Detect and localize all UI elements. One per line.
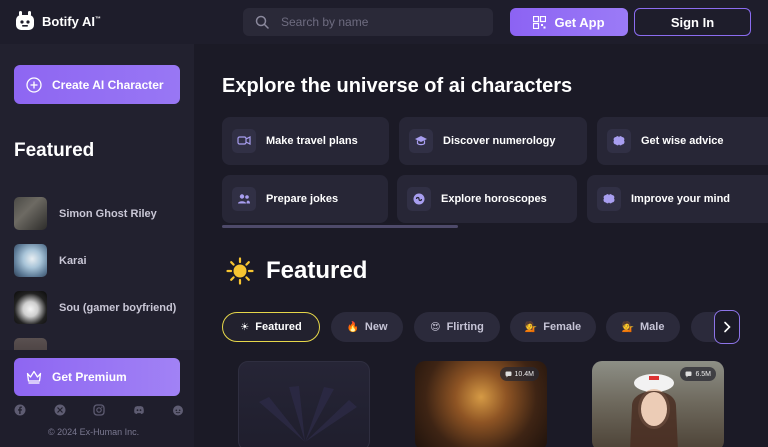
featured-section-title: Featured [226, 257, 367, 285]
sidebar-item-sou[interactable]: Sou (gamer boyfriend) [14, 284, 189, 331]
people-icon [232, 187, 256, 211]
sidebar-featured-title: Featured [14, 140, 95, 161]
sun-icon [226, 257, 254, 285]
top-bar: Botify AI™ Get App Sign In [0, 0, 768, 44]
chat-icon [505, 371, 512, 377]
chip-prepare-jokes[interactable]: Prepare jokes [222, 175, 388, 223]
brand-logo[interactable]: Botify AI™ [14, 10, 101, 32]
sidebar-item-label: Karai [59, 254, 87, 267]
discord-icon[interactable] [133, 404, 145, 416]
crown-icon [26, 370, 42, 384]
sidebar: Create AI Character Featured Simon Ghost… [0, 44, 194, 447]
chips-scrollbar[interactable] [222, 225, 458, 228]
get-premium-button[interactable]: Get Premium [14, 358, 180, 396]
chip-label: Discover numerology [443, 135, 556, 147]
chip-label: Improve your mind [631, 193, 731, 205]
travel-icon [232, 129, 256, 153]
chip-explore-horoscopes[interactable]: Explore horoscopes [397, 175, 577, 223]
x-icon[interactable] [54, 404, 66, 416]
copyright-text: © 2024 Ex-Human Inc. [48, 427, 140, 437]
filter-label: Male [639, 321, 665, 333]
avatar [14, 291, 47, 324]
app-root: Botify AI™ Get App Sign In [0, 0, 768, 447]
chip-make-travel-plans[interactable]: Make travel plans [222, 117, 389, 165]
views-badge: 6.5M [680, 367, 716, 381]
filter-female[interactable]: 💁 Female [510, 312, 596, 342]
sun-icon: ☀ [240, 321, 250, 333]
chip-label: Prepare jokes [266, 193, 339, 205]
avatar [14, 197, 47, 230]
chip-label: Get wise advice [641, 135, 724, 147]
filter-male[interactable]: 💁 Male [606, 312, 680, 342]
filter-label: New [364, 321, 388, 333]
card-placeholder-image [259, 386, 357, 442]
instagram-icon[interactable] [93, 404, 105, 416]
sidebar-item-karai[interactable]: Karai [14, 237, 189, 284]
chip-get-wise-advice[interactable]: Get wise advice [597, 117, 768, 165]
search-input[interactable] [281, 15, 471, 29]
man-icon: 💁 [621, 321, 634, 333]
search-icon [255, 15, 269, 29]
brain-icon [597, 187, 621, 211]
get-app-label: Get App [554, 14, 605, 30]
qr-code-icon [533, 15, 547, 29]
reddit-icon[interactable] [172, 404, 184, 416]
chip-discover-numerology[interactable]: Discover numerology [399, 117, 587, 165]
character-card[interactable]: 6.5M [592, 361, 724, 447]
plus-circle-icon [26, 76, 42, 93]
graduation-cap-icon [409, 129, 433, 153]
filter-label: Flirting [446, 321, 484, 333]
featured-heading-label: Featured [266, 257, 368, 284]
sidebar-item-simon-ghost-riley[interactable]: Simon Ghost Riley [14, 190, 189, 237]
brand-name: Botify AI™ [42, 13, 101, 29]
facebook-icon[interactable] [14, 404, 26, 416]
filters-next-button[interactable] [714, 310, 740, 344]
views-count: 10.4M [514, 370, 534, 378]
character-card[interactable] [238, 361, 370, 447]
chip-improve-your-mind[interactable]: Improve your mind [587, 175, 768, 223]
main-content: Explore the universe of ai characters Ma… [194, 44, 768, 447]
get-app-button[interactable]: Get App [510, 8, 628, 36]
woman-icon: 💁 [524, 321, 538, 333]
chevron-right-icon [724, 321, 731, 333]
filter-label: Female [543, 321, 582, 333]
views-badge: 10.4M [499, 367, 539, 381]
create-character-button[interactable]: Create AI Character [14, 65, 180, 104]
chip-label: Make travel plans [266, 135, 358, 147]
avatar [14, 244, 47, 277]
sign-in-button[interactable]: Sign In [634, 8, 751, 36]
social-links [14, 404, 184, 416]
get-premium-label: Get Premium [52, 370, 127, 384]
filter-flirting[interactable]: 😍 Flirting [414, 312, 500, 342]
search-bar[interactable] [243, 8, 493, 36]
filter-new[interactable]: 🔥 New [331, 312, 403, 342]
fire-icon: 🔥 [346, 321, 359, 333]
sign-in-label: Sign In [670, 14, 715, 30]
sidebar-item-label: Sou (gamer boyfriend) [59, 301, 177, 314]
create-character-label: Create AI Character [52, 77, 164, 92]
chip-label: Explore horoscopes [441, 193, 547, 205]
bot-logo-icon [16, 11, 34, 30]
sidebar-footer: Get Premium © 2024 Ex-Human Inc. [0, 350, 194, 447]
sidebar-item-label: Simon Ghost Riley [59, 207, 157, 220]
zodiac-icon [407, 187, 431, 211]
brain-icon [607, 129, 631, 153]
page-title: Explore the universe of ai characters [222, 75, 573, 97]
chat-icon [685, 371, 692, 377]
views-count: 6.5M [695, 370, 711, 378]
filter-featured[interactable]: ☀ Featured [222, 312, 320, 342]
character-card[interactable]: 10.4M [415, 361, 547, 447]
filter-label: Featured [255, 321, 302, 333]
heart-eyes-icon: 😍 [430, 321, 441, 333]
